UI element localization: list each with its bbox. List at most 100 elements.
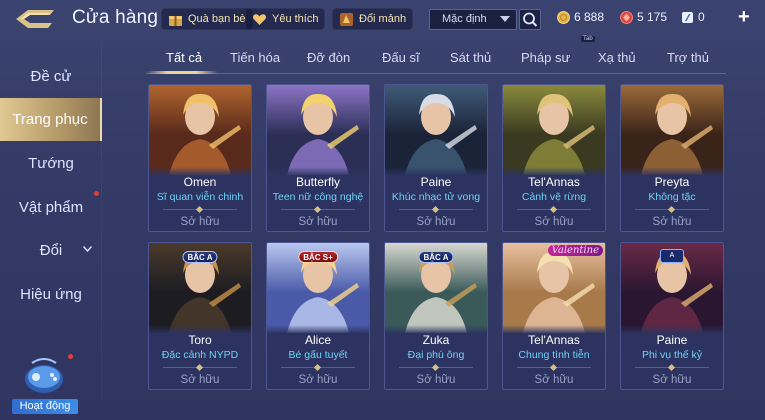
skin-card[interactable]: Valentine Tel'Annas Chung tình tiễn Sở h… <box>502 242 606 390</box>
ownership-status: Sở hữu <box>534 374 574 386</box>
tab-mage[interactable]: Pháp sư <box>521 50 570 65</box>
skin-name: Sĩ quan viễn chinh <box>156 191 244 203</box>
sidebar-item-recommended[interactable]: Đề cử <box>0 57 102 95</box>
sidebar-item-label: Hiệu ứng <box>20 285 82 303</box>
divider <box>517 205 591 214</box>
skin-portrait <box>267 85 369 175</box>
sidebar-item-label: Vật phẩm <box>18 198 84 216</box>
tab-evolution[interactable]: Tiến hóa <box>230 50 280 65</box>
page-title: Cửa hàng <box>72 7 159 28</box>
tab-support[interactable]: Trợ thủ <box>667 50 709 65</box>
chevron-down-icon <box>83 246 92 252</box>
skin-name: Khúc nhạc tử vong <box>391 191 481 203</box>
skin-card[interactable]: Preyta Không tặc Sở hữu <box>620 84 724 232</box>
friend-gift-label: Quà bạn bè <box>188 13 246 25</box>
sort-dropdown[interactable]: Mặc định <box>429 9 517 30</box>
gem-value: 5 175 <box>637 10 668 24</box>
top-bar: Cửa hàng Quà bạn bè Yêu thích Đổi mảnh M… <box>0 0 765 38</box>
heart-icon <box>253 13 266 25</box>
skin-portrait <box>149 85 251 175</box>
divider <box>399 363 473 372</box>
hero-name: Preyta <box>654 175 690 189</box>
hero-name: Alice <box>304 333 331 347</box>
skin-card[interactable]: Omen Sĩ quan viễn chinh Sở hữu <box>148 84 252 232</box>
skin-name: Đại phú ông <box>407 349 465 361</box>
skin-card[interactable]: A Paine Phi vụ thế kỷ Sở hữu <box>620 242 724 390</box>
divider <box>399 205 473 214</box>
sidebar-item-heroes[interactable]: Tướng <box>0 144 102 182</box>
skin-card[interactable]: Butterfly Teen nữ công nghệ Sở hữu <box>266 84 370 232</box>
category-tabs: Tất cả Tiến hóa Đỡ đòn Đấu sĩ Sát thủ Ph… <box>146 36 726 74</box>
tab-assassin[interactable]: Sát thủ <box>450 50 491 65</box>
tier-badge: A <box>660 249 684 263</box>
exchange-fragments-label: Đổi mảnh <box>359 13 407 25</box>
sidebar-item-label: Đổi <box>39 241 63 259</box>
gold-value: 6 888 <box>574 10 605 24</box>
ownership-status: Sở hữu <box>652 374 692 386</box>
sidebar-item-items[interactable]: Vật phẩm <box>0 188 102 226</box>
sidebar-item-label: Đề cử <box>30 67 72 85</box>
active-tab-indicator <box>146 71 218 74</box>
tier-badge: BẬC A <box>182 251 218 263</box>
skin-name: Teen nữ công nghệ <box>272 191 364 203</box>
sidebar-item-label: Tướng <box>28 154 74 172</box>
tab-all[interactable]: Tất cả <box>166 50 202 65</box>
hero-name: Tel'Annas <box>528 333 580 347</box>
ownership-status: Sở hữu <box>416 374 456 386</box>
back-button[interactable] <box>14 7 56 31</box>
add-currency-button[interactable]: + <box>738 7 754 27</box>
tab-marksman[interactable]: Xạ thủ <box>598 50 636 65</box>
gem-icon <box>620 10 633 24</box>
ownership-status: Sở hữu <box>416 216 456 228</box>
friend-gift-button[interactable]: Quà bạn bè <box>161 8 253 30</box>
skin-name: Đặc cảnh NYPD <box>161 349 239 361</box>
skin-card[interactable]: BẬC A Toro Đặc cảnh NYPD Sở hữu <box>148 242 252 390</box>
tab-tank[interactable]: Đỡ đòn <box>307 50 350 65</box>
skin-name: Không tặc <box>648 191 696 203</box>
tab-hint-badge: Tab <box>581 36 595 42</box>
hero-name: Zuka <box>422 333 450 347</box>
gem-balance: 5 175 <box>620 10 667 24</box>
sort-dropdown-value: Mặc định <box>442 13 487 25</box>
sidebar-item-label: Trang phục <box>12 111 88 128</box>
fragment-icon <box>340 12 353 26</box>
skin-name: Phi vụ thế kỷ <box>641 349 703 361</box>
chevron-down-icon <box>500 16 510 22</box>
skin-card[interactable]: Tel'Annas Cảnh vệ rừng Sở hữu <box>502 84 606 232</box>
tier-badge: BẬC S+ <box>298 251 338 263</box>
search-button[interactable] <box>519 9 541 30</box>
favorites-button[interactable]: Yêu thích <box>245 8 326 30</box>
divider <box>163 363 237 372</box>
skin-name: Cảnh vệ rừng <box>521 191 587 203</box>
exchange-fragments-button[interactable]: Đổi mảnh <box>332 8 414 30</box>
sidebar-item-costumes[interactable]: Trang phục <box>0 98 102 141</box>
sidebar-item-exchange[interactable]: Đổi <box>0 231 102 269</box>
hero-name: Tel'Annas <box>528 175 580 189</box>
skin-portrait <box>621 85 723 175</box>
skin-portrait <box>503 85 605 175</box>
notification-dot <box>94 191 99 196</box>
divider <box>281 205 355 214</box>
voucher-icon <box>682 11 693 23</box>
hero-name: Butterfly <box>295 175 340 189</box>
skin-card[interactable]: BẬC A Zuka Đại phú ông Sở hữu <box>384 242 488 390</box>
skin-card[interactable]: Paine Khúc nhạc tử vong Sở hữu <box>384 84 488 232</box>
skin-card[interactable]: BẬC S+ Alice Bé gấu tuyết Sở hữu <box>266 242 370 390</box>
tab-fighter[interactable]: Đấu sĩ <box>382 50 420 65</box>
notification-dot <box>68 354 73 359</box>
hero-name: Omen <box>183 175 217 189</box>
skin-portrait <box>503 243 605 333</box>
favorites-label: Yêu thích <box>272 13 319 25</box>
hero-name: Paine <box>420 175 452 189</box>
gold-balance: 6 888 <box>557 10 604 24</box>
divider <box>281 363 355 372</box>
ownership-status: Sở hữu <box>652 216 692 228</box>
ownership-status: Sở hữu <box>180 374 220 386</box>
events-button[interactable]: Hoạt động <box>10 354 78 417</box>
voucher-value: 0 <box>698 10 705 24</box>
sidebar-item-effects[interactable]: Hiệu ứng <box>0 275 102 313</box>
voucher-balance: 0 <box>681 10 705 24</box>
ownership-status: Sở hữu <box>180 216 220 228</box>
divider <box>635 205 709 214</box>
valentine-badge: Valentine <box>547 245 603 256</box>
